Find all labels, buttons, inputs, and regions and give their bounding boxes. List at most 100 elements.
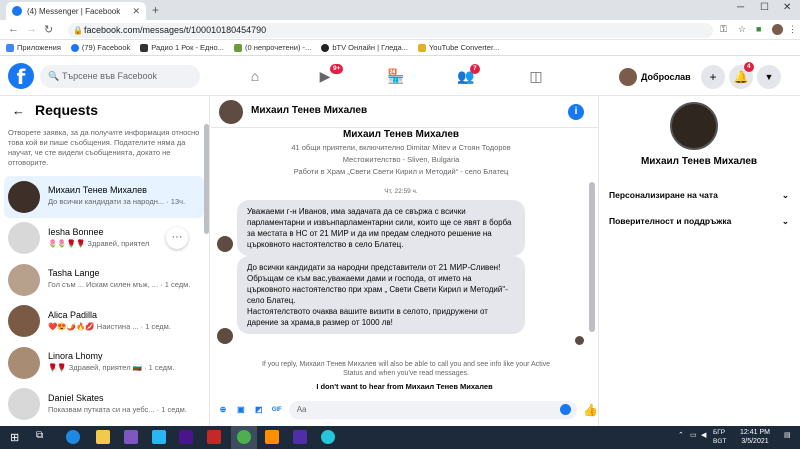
privacy-support-option[interactable]: Поверителност и поддръжка ⌄: [609, 216, 789, 227]
file-explorer-icon[interactable]: [96, 430, 110, 444]
back-icon[interactable]: ←: [8, 23, 19, 35]
reply-notice: If you reply, Михаил Тенев Михалев will …: [261, 361, 551, 377]
browser-tab-bar: (4) Messenger | Facebook ✕ + ─ ☐ ✕: [0, 0, 800, 20]
volume-icon[interactable]: ◀: [701, 431, 706, 439]
chevron-down-icon: ⌄: [781, 216, 789, 226]
network-icon[interactable]: ▭: [690, 431, 697, 439]
request-item[interactable]: Linora Lhomy 🌹🌹 Здравей, приятел 🇧🇬 · 1 …: [4, 342, 204, 384]
avatar[interactable]: [670, 102, 718, 150]
url-field[interactable]: 🔒 facebook.com/messages/t/10001018045479…: [68, 23, 713, 38]
request-item[interactable]: Tasha Lange Гол съм ... Искам силен мъж,…: [4, 259, 204, 301]
request-item[interactable]: Daniel Skates Показвам путката си на уеб…: [4, 384, 204, 426]
request-item[interactable]: Iesha Bonnee 🌷🌷🌹🌹 Здравей, приятел ···: [4, 218, 204, 260]
more-options-icon[interactable]: ···: [166, 226, 188, 249]
like-icon[interactable]: 👍: [583, 403, 598, 417]
sticker-icon[interactable]: ◩: [253, 404, 265, 416]
star-icon[interactable]: ☆: [738, 24, 746, 35]
chat-scrollbar[interactable]: [589, 182, 595, 332]
avatar: [8, 388, 40, 421]
premiere-icon[interactable]: [179, 430, 193, 444]
window-close-icon[interactable]: ✕: [783, 2, 791, 13]
maximize-icon[interactable]: ☐: [760, 2, 769, 13]
winrar-icon[interactable]: [124, 430, 138, 444]
work: Работи в Храм „Свети Свети Кирил и Метод…: [293, 167, 509, 176]
gaming-icon[interactable]: ◫: [524, 66, 548, 86]
bookmark-radio[interactable]: Радио 1 Рок - Едно...: [140, 43, 224, 52]
notification-center-icon[interactable]: ▤: [784, 431, 791, 439]
url-text: facebook.com/messages/t/100010180454790: [84, 25, 267, 35]
close-tab-icon[interactable]: ✕: [132, 6, 140, 17]
avatar: [8, 263, 40, 296]
chat-header: Михаил Тенев Михалев i: [211, 96, 598, 128]
bookmark-facebook[interactable]: (79) Facebook: [70, 43, 130, 52]
facebook-search-input[interactable]: 🔍 Търсене във Facebook: [40, 65, 200, 88]
watch-badge: 9+: [330, 64, 344, 74]
requests-header: ← Requests: [12, 102, 98, 118]
facebook-logo-icon[interactable]: f: [8, 63, 34, 89]
new-tab-icon[interactable]: +: [152, 3, 159, 17]
bookmark-btv[interactable]: bTV Онлайн | Гледа...: [321, 43, 408, 52]
home-icon[interactable]: ⌂: [243, 66, 267, 86]
back-arrow-icon[interactable]: ←: [12, 103, 25, 118]
bookmark-apps[interactable]: Приложения: [6, 43, 61, 52]
avatar: [8, 305, 40, 338]
request-item[interactable]: Alica Padilla ❤️😍🌶️🔥💋 Наистина ... · 1 с…: [4, 301, 204, 343]
extension-icon[interactable]: ■: [756, 24, 761, 34]
message-input[interactable]: Aa: [288, 401, 578, 419]
vlc-icon[interactable]: [265, 430, 279, 444]
avatar: [619, 68, 637, 86]
location: Местожителство - Sliven, Bulgaria: [342, 155, 460, 164]
ignore-link[interactable]: I don't want to hear from Михаил Тенев М…: [211, 382, 598, 391]
task-view-icon[interactable]: ⧉: [36, 430, 50, 444]
chrome-icon[interactable]: [237, 430, 251, 444]
minimize-icon[interactable]: ─: [737, 2, 744, 13]
message-bubble[interactable]: Уважаеми г-н Иванов, има задачата да се …: [237, 200, 525, 256]
browser-tab[interactable]: (4) Messenger | Facebook ✕: [6, 2, 146, 20]
video-editor-icon[interactable]: [293, 430, 307, 444]
lock-icon: 🔒: [73, 26, 83, 35]
info-icon[interactable]: i: [568, 104, 584, 120]
forward-icon[interactable]: →: [26, 23, 37, 35]
facebook-icon: [70, 43, 79, 52]
mutual-friends: 41 общи приятели, включително Dimitar Mi…: [291, 143, 511, 152]
reload-icon[interactable]: ↻: [44, 23, 53, 36]
browser-menu-icon[interactable]: ⋮: [788, 24, 797, 35]
avatar: [217, 236, 233, 252]
gif-icon[interactable]: GIF: [271, 404, 283, 416]
chevron-down-icon: ⌄: [781, 190, 789, 200]
filezilla-icon[interactable]: [207, 430, 221, 444]
windows-start-icon[interactable]: ⊞: [10, 431, 19, 444]
app-icon[interactable]: [321, 430, 335, 444]
message-timestamp: Чт, 22:59 ч.: [384, 188, 418, 195]
customize-chat-option[interactable]: Персонализиране на чата ⌄: [609, 190, 789, 201]
tray-arrow-icon[interactable]: ⌃: [678, 431, 684, 439]
user-profile-chip[interactable]: Доброслав: [619, 66, 691, 88]
emoji-icon[interactable]: [560, 404, 572, 415]
requests-scrollbar[interactable]: [204, 124, 209, 234]
photo-icon[interactable]: ▣: [235, 404, 247, 416]
conversation-info-panel: Михаил Тенев Михалев Персонализиране на …: [598, 96, 800, 426]
windows-taskbar: ⊞ ⧉ ⌃ ▭ ◀ БГР BGT 12:41 PM 3/5/2021 ▤: [0, 426, 800, 449]
marketplace-icon[interactable]: 🏪: [384, 66, 408, 86]
chat-profile-name: Михаил Тенев Михалев: [342, 129, 460, 140]
key-icon[interactable]: ⚿: [720, 24, 727, 35]
request-item[interactable]: Михаил Тенев Михалев До всички кандидати…: [4, 176, 204, 218]
language-indicator[interactable]: БГР BGT: [713, 428, 726, 446]
mail-app-icon[interactable]: [152, 430, 166, 444]
bookmark-mail[interactable]: (0 непрочетени) -...: [233, 43, 311, 52]
system-clock[interactable]: 12:41 PM 3/5/2021: [735, 428, 775, 446]
tab-title: (4) Messenger | Facebook: [27, 6, 121, 16]
message-bubble[interactable]: До всички кандидати за народни представи…: [237, 256, 525, 334]
avatar: [217, 328, 233, 344]
requests-title: Requests: [35, 102, 99, 118]
bookmarks-bar: Приложения (79) Facebook Радио 1 Рок - Е…: [0, 40, 800, 56]
avatar[interactable]: [219, 100, 243, 124]
account-menu-icon[interactable]: ▼: [757, 65, 781, 89]
chat-contact-name[interactable]: Михаил Тенев Михалев: [251, 105, 367, 116]
bookmark-youtube-converter[interactable]: YouTube Converter...: [417, 43, 499, 52]
more-actions-icon[interactable]: ⊕: [217, 404, 229, 416]
edge-icon[interactable]: [66, 430, 80, 444]
profile-icon[interactable]: [772, 24, 783, 35]
profile-name: Михаил Тенев Михалев: [640, 156, 758, 167]
create-icon[interactable]: +: [701, 65, 725, 89]
